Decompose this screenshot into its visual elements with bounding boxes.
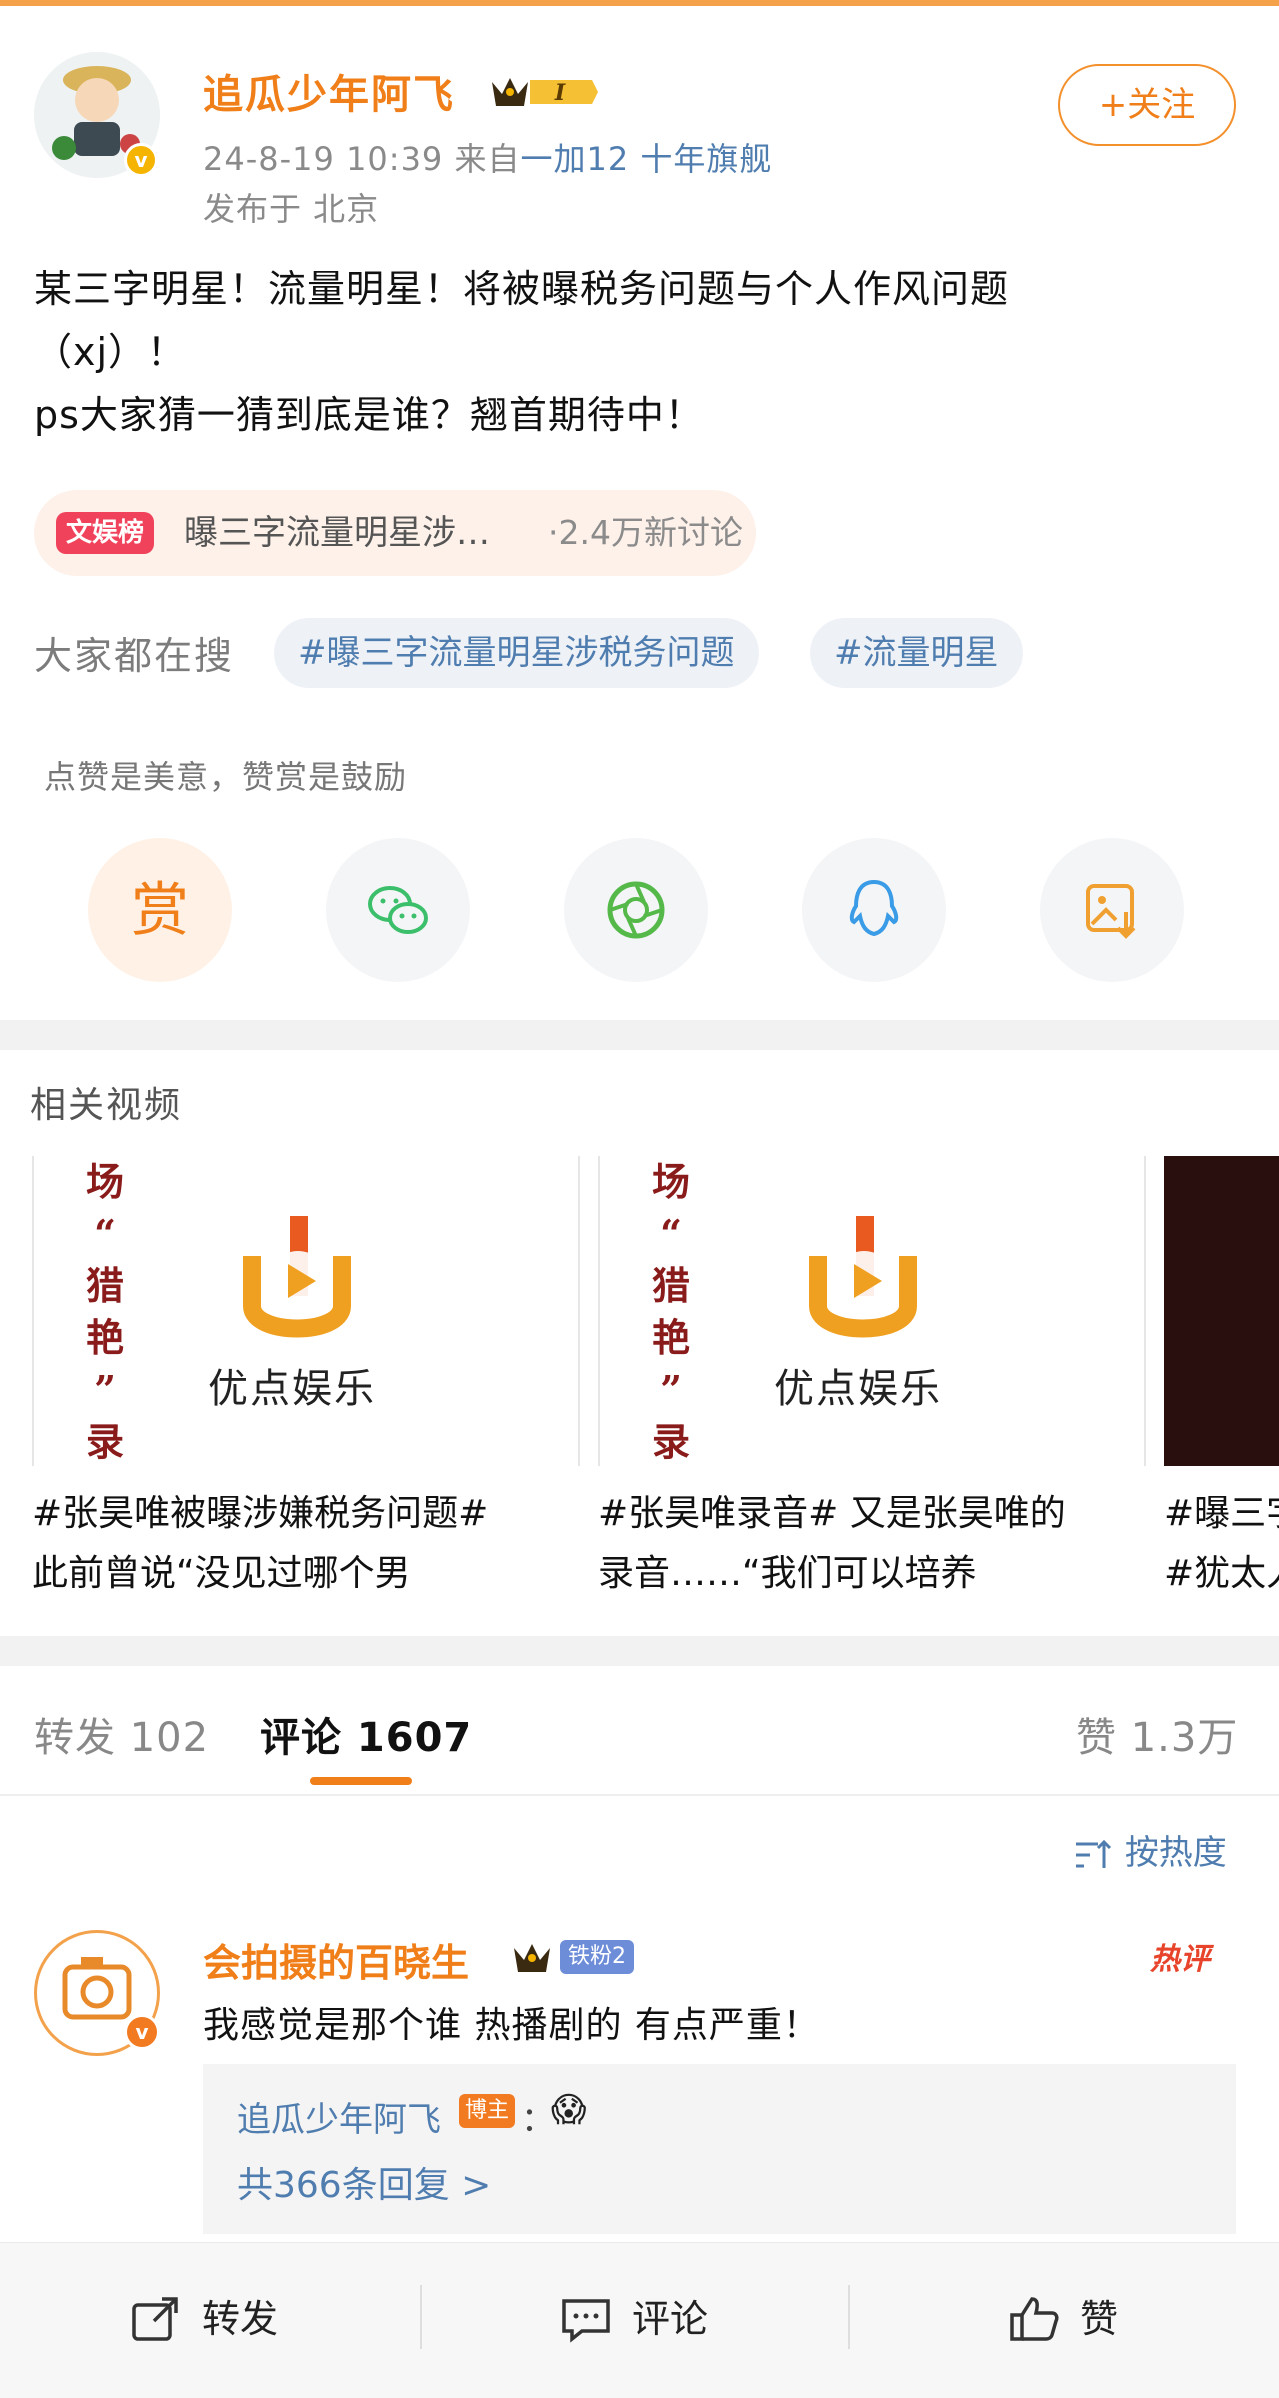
- active-tab-indicator: [310, 1777, 412, 1785]
- reply-emoji: 😱: [551, 2090, 587, 2130]
- hot-list-pill[interactable]: 文娱榜 曝三字流量明星涉… ·2.4万新讨论: [34, 490, 756, 576]
- reply-user[interactable]: 追瓜少年阿飞: [237, 2092, 441, 2141]
- video-caption[interactable]: #张昊唯录音# 又是张昊唯的 录音……“我们可以培养: [598, 1484, 1146, 1604]
- sort-label: 按热度: [1124, 1833, 1227, 1873]
- share-moments-button[interactable]: [564, 838, 708, 982]
- section-divider: [0, 1020, 1279, 1050]
- device-link[interactable]: 一加12 十年旗舰: [520, 140, 772, 178]
- reward-button[interactable]: 赏: [88, 838, 232, 982]
- bar-separator: [848, 2285, 850, 2349]
- hot-list-tag: 文娱榜: [56, 512, 155, 554]
- repost-icon: [132, 2297, 178, 2341]
- bar-separator: [420, 2285, 422, 2349]
- search-label: 大家都在搜: [34, 634, 235, 678]
- save-image-button[interactable]: [1040, 838, 1184, 982]
- hot-comment-label: 热评: [1150, 1942, 1210, 1977]
- video-play-icon: [243, 1216, 351, 1338]
- search-chip[interactable]: #曝三字流量明星涉税务问题: [274, 618, 759, 688]
- video-card[interactable]: [1164, 1156, 1279, 1466]
- save-image-icon: [1086, 884, 1136, 939]
- hot-list-count: ·2.4万新讨论: [548, 513, 743, 552]
- qq-icon: [849, 879, 899, 937]
- sort-by-heat-button[interactable]: 按热度: [1074, 1825, 1227, 1874]
- fan-level-badge: 铁粉2: [560, 1940, 634, 1974]
- view-replies-link[interactable]: 共366条回复 >: [237, 2156, 491, 2208]
- reply-preview[interactable]: 追瓜少年阿飞 博主 ： 😱 共366条回复 >: [203, 2064, 1236, 2234]
- post-time: 24-8-19 10:39: [203, 140, 444, 178]
- video-brand: 优点娱乐: [208, 1366, 376, 1412]
- video-card[interactable]: 场 “ 猎 艳 ” 录 音 优点娱乐: [32, 1156, 580, 1466]
- commenter-name[interactable]: 会拍摄的百晓生: [203, 1932, 469, 1987]
- hot-list-title: 曝三字流量明星涉…: [184, 513, 490, 553]
- comment-icon: [562, 2299, 610, 2343]
- verified-icon: v: [124, 143, 158, 177]
- tab-like[interactable]: 赞 1.3万: [1076, 1705, 1238, 1763]
- share-wechat-button[interactable]: [326, 838, 470, 982]
- top-accent-bar: [0, 0, 1279, 6]
- content-line: ps大家猜一猜到底是谁？翘首期待中！: [34, 393, 704, 437]
- tab-comment[interactable]: 评论 1607: [260, 1705, 472, 1763]
- content-line: 某三字明星！流量明星！将被曝税务问题与个人作风问题: [34, 267, 1010, 311]
- reward-glyph: 赏: [130, 876, 189, 944]
- author-name[interactable]: 追瓜少年阿飞: [203, 62, 455, 120]
- wechat-icon: [368, 886, 428, 934]
- post-meta: 24-8-19 10:39 来自一加12 十年旗舰: [203, 134, 772, 180]
- follow-button[interactable]: +关注: [1058, 64, 1236, 146]
- member-crown-icon: I: [492, 78, 598, 106]
- repost-button[interactable]: 转发: [130, 2289, 330, 2349]
- video-play-icon: [809, 1216, 917, 1338]
- video-caption[interactable]: #张昊唯被曝涉嫌税务问题# 此前曾说“没见过哪个男: [32, 1484, 580, 1604]
- owner-badge: 博主: [459, 2094, 516, 2128]
- level-badge-text: I: [554, 80, 566, 106]
- sort-icon: [1076, 1839, 1112, 1868]
- section-divider: [0, 1636, 1279, 1666]
- content-line: （xj）！: [34, 330, 187, 374]
- share-qq-button[interactable]: [802, 838, 946, 982]
- moments-icon: [607, 881, 665, 939]
- video-caption[interactable]: #曝三字 #犹太人: [1164, 1484, 1279, 1604]
- verified-icon: v: [124, 2014, 160, 2050]
- post-content: 某三字明星！流量明星！将被曝税务问题与个人作风问题 （xj）！ ps大家猜一猜到…: [34, 258, 1234, 447]
- like-button[interactable]: 赞: [1008, 2289, 1168, 2349]
- video-side-text: 场 “ 猎 艳 ” 录 音: [651, 1159, 690, 1464]
- search-chip[interactable]: #流量明星: [810, 618, 1023, 688]
- reply-colon: ：: [521, 2100, 555, 2140]
- like-label: 赞: [1080, 2297, 1119, 2341]
- video-brand: 优点娱乐: [774, 1366, 942, 1412]
- video-card[interactable]: 场 “ 猎 艳 ” 录 音 优点娱乐: [598, 1156, 1146, 1466]
- reward-note: 点赞是美意，赞赏是鼓励: [44, 758, 408, 796]
- post-location: 发布于 北京: [203, 190, 380, 228]
- member-crown-icon: [514, 1944, 550, 1972]
- bottom-action-bar: 转发 评论 赞: [0, 2242, 1279, 2398]
- repost-label: 转发: [202, 2297, 279, 2341]
- thumbs-up-icon: [1010, 2297, 1059, 2341]
- source-prefix: 来自: [454, 140, 521, 178]
- comment-text: 我感觉是那个谁 热播剧的 有点严重！: [203, 2005, 820, 2046]
- related-videos-title: 相关视频: [30, 1085, 183, 1126]
- tab-divider: [0, 1794, 1279, 1796]
- comment-button[interactable]: 评论: [560, 2289, 760, 2349]
- comment-label: 评论: [632, 2297, 709, 2341]
- tab-repost[interactable]: 转发 102: [34, 1705, 209, 1763]
- video-side-text: 场 “ 猎 艳 ” 录 音: [85, 1159, 124, 1464]
